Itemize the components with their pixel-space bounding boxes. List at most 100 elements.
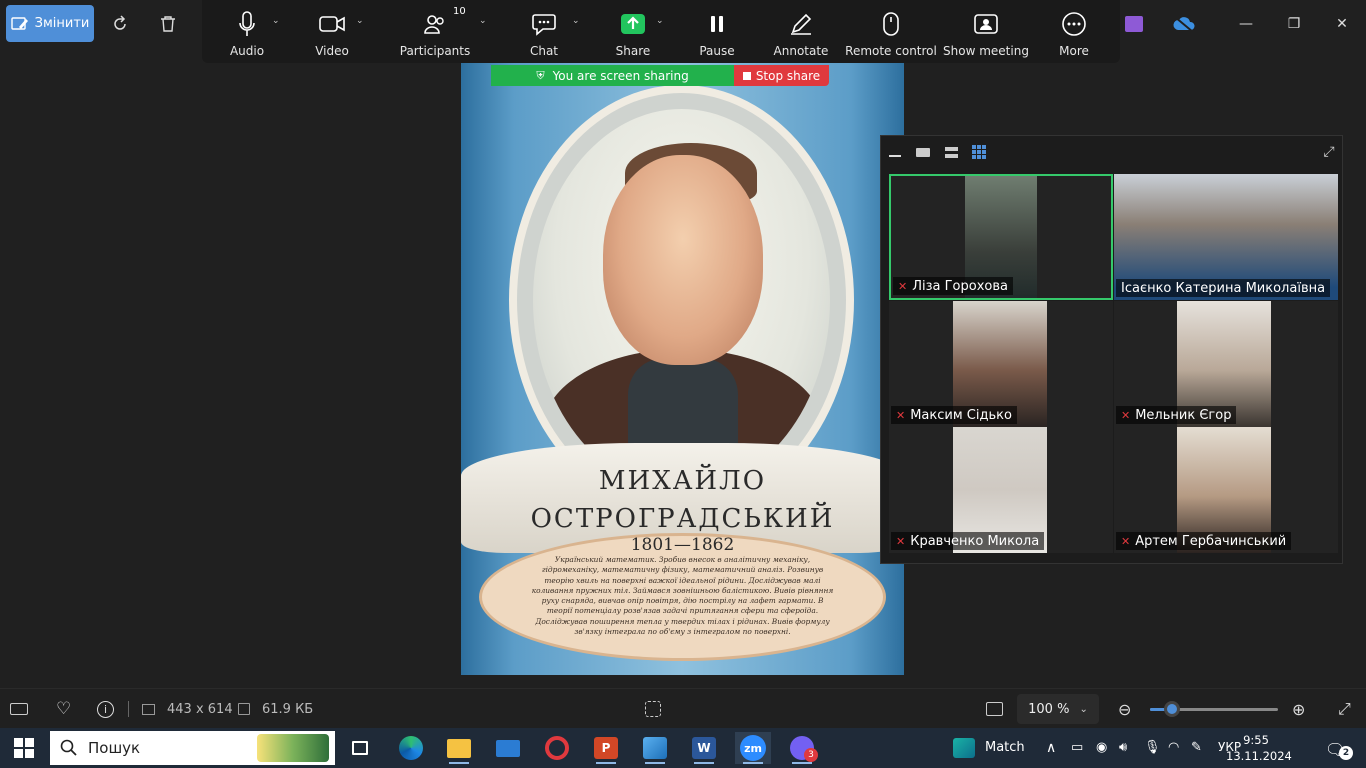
chevron-down-icon: ⌄ xyxy=(1079,703,1088,715)
viber-app[interactable]: 3 xyxy=(784,732,820,764)
zoom-level-select[interactable]: 100 % ⌄ xyxy=(1017,694,1099,724)
poster-years: 1801—1862 xyxy=(630,535,735,555)
expand-gallery-button[interactable]: ⤢ xyxy=(1321,144,1337,160)
zoom-in-icon: ⊕ xyxy=(1292,699,1306,719)
remote-control-button[interactable]: Remote control xyxy=(845,8,937,58)
wifi-icon[interactable]: ◠ xyxy=(1168,740,1179,755)
gallery-header: ⤢ xyxy=(881,136,1344,168)
taskbar-search[interactable]: Пошук xyxy=(50,731,335,765)
camera-icon[interactable]: ◉ xyxy=(1096,740,1107,755)
muted-mic-icon: ✕ xyxy=(1121,408,1131,422)
video-camera-icon xyxy=(319,16,345,32)
pause-button[interactable]: Pause xyxy=(672,8,762,58)
zoom-out-icon: ⊖ xyxy=(1118,699,1132,719)
task-view-button[interactable] xyxy=(342,732,378,764)
restore-button[interactable]: ❐ xyxy=(1280,10,1308,38)
start-button[interactable] xyxy=(14,738,34,758)
share-options-caret[interactable]: ⌄ xyxy=(656,16,664,26)
weather-text[interactable]: Match xyxy=(985,740,1025,755)
powerpoint-app[interactable]: P xyxy=(588,732,624,764)
audio-options-caret[interactable]: ⌄ xyxy=(272,16,280,26)
photos-app[interactable] xyxy=(637,732,673,764)
mouse-icon xyxy=(883,12,899,36)
desktop: Змінити — ❐ ✕ Audio ⌄ Video ⌄ Participan… xyxy=(0,0,1366,768)
zoom-out-button[interactable]: ⊖ xyxy=(1118,699,1131,719)
strip-view-button[interactable] xyxy=(943,144,959,160)
participants-label: Participants xyxy=(399,44,471,58)
clock-date: 13.11.2024 xyxy=(1226,749,1292,763)
pen-tray-icon[interactable]: ✎ xyxy=(1191,740,1202,755)
edit-image-icon xyxy=(10,16,28,30)
video-label: Video xyxy=(315,44,349,58)
viewer-bottom-bar: ♡ i 443 x 614 61.9 КБ 100 % ⌄ ⊖ ⊕ ⤢ xyxy=(0,688,1366,728)
participant-tile[interactable]: ✕ Кравченко Микола xyxy=(889,427,1113,553)
annotate-button[interactable]: Annotate xyxy=(756,8,846,58)
battery-icon[interactable]: ▭ xyxy=(1071,740,1083,755)
pause-icon xyxy=(711,16,723,32)
word-app[interactable]: W xyxy=(686,732,722,764)
share-screen-icon xyxy=(621,14,645,34)
fullscreen-icon: ⤢ xyxy=(1338,699,1351,718)
remote-control-label: Remote control xyxy=(845,44,937,58)
image-dimensions: 443 x 614 xyxy=(142,699,233,719)
speaker-view-button[interactable] xyxy=(915,144,931,160)
weather-widget[interactable] xyxy=(946,732,982,764)
mail-app[interactable] xyxy=(490,732,526,764)
close-button[interactable]: ✕ xyxy=(1328,10,1356,38)
participants-options-caret[interactable]: ⌄ xyxy=(479,16,487,26)
edge-icon xyxy=(399,736,423,760)
edit-image-button[interactable]: Змінити xyxy=(6,5,94,42)
favorite-button[interactable]: ♡ xyxy=(56,699,71,719)
participants-button[interactable]: Participants xyxy=(390,8,480,58)
stop-icon xyxy=(742,71,751,80)
share-label: Share xyxy=(615,44,651,58)
rotate-button[interactable] xyxy=(106,10,134,38)
file-explorer-app[interactable] xyxy=(441,732,477,764)
zoom-slider-thumb[interactable] xyxy=(1163,701,1180,717)
chat-label: Chat xyxy=(529,44,559,58)
video-options-caret[interactable]: ⌄ xyxy=(356,16,364,26)
fit-to-window-button[interactable] xyxy=(986,699,1003,719)
more-button[interactable]: More xyxy=(1029,8,1119,58)
share-button[interactable]: Share xyxy=(588,8,678,58)
minimize-icon xyxy=(889,155,901,157)
onedrive-tray-button[interactable] xyxy=(1170,10,1198,38)
minimize-button[interactable]: — xyxy=(1232,10,1260,38)
participant-name-tag: ✕ Максим Сідько xyxy=(891,406,1017,424)
zoom-app[interactable]: zm xyxy=(735,732,771,764)
visual-search-button[interactable] xyxy=(645,699,661,719)
scan-icon xyxy=(645,701,661,717)
system-clock[interactable]: 9:55 13.11.2024 xyxy=(1226,732,1292,764)
clock-time: 9:55 xyxy=(1243,733,1269,747)
minimize-video-button[interactable] xyxy=(887,144,903,160)
edit-image-label: Змінити xyxy=(34,16,90,31)
stop-share-label: Stop share xyxy=(755,68,821,83)
stop-share-button[interactable]: Stop share xyxy=(734,65,829,86)
zoom-in-button[interactable]: ⊕ xyxy=(1292,699,1305,719)
participant-tile[interactable]: ✕ Артем Гербачинський xyxy=(1114,427,1338,553)
speaker-icon[interactable]: 🔊︎ xyxy=(1119,740,1127,755)
gallery-view-button[interactable] xyxy=(971,144,987,160)
show-meeting-button[interactable]: Show meeting xyxy=(941,8,1031,58)
participant-tile[interactable]: ✕ Ліза Горохова xyxy=(889,174,1113,300)
fullscreen-button[interactable]: ⤢ xyxy=(1338,699,1351,719)
participant-tile[interactable]: ✕ Максим Сідько xyxy=(889,301,1113,427)
chevron-up-icon[interactable]: ∧ xyxy=(1046,740,1056,756)
participant-tile[interactable]: ✕ Мельник Єгор xyxy=(1114,301,1338,427)
windows-logo-icon xyxy=(14,738,23,747)
edge-app[interactable] xyxy=(393,732,429,764)
shield-icon: ⛨ xyxy=(536,68,545,82)
participant-tile[interactable]: Ісаєнко Катерина Миколаївна xyxy=(1114,174,1338,300)
filmstrip-button[interactable] xyxy=(10,699,28,719)
clapper-tray-button[interactable] xyxy=(1120,10,1148,38)
chat-options-caret[interactable]: ⌄ xyxy=(572,16,580,26)
pen-icon xyxy=(791,13,812,35)
participants-icon xyxy=(424,15,444,34)
opera-app[interactable] xyxy=(539,732,575,764)
powerpoint-icon: P xyxy=(594,737,618,759)
participant-name-tag: ✕ Кравченко Микола xyxy=(891,532,1045,550)
screen-sharing-status: You are screen sharing xyxy=(552,68,689,83)
mic-icon[interactable]: 🎙︎ xyxy=(1144,740,1161,755)
delete-button[interactable] xyxy=(154,10,182,38)
info-button[interactable]: i xyxy=(97,699,114,719)
